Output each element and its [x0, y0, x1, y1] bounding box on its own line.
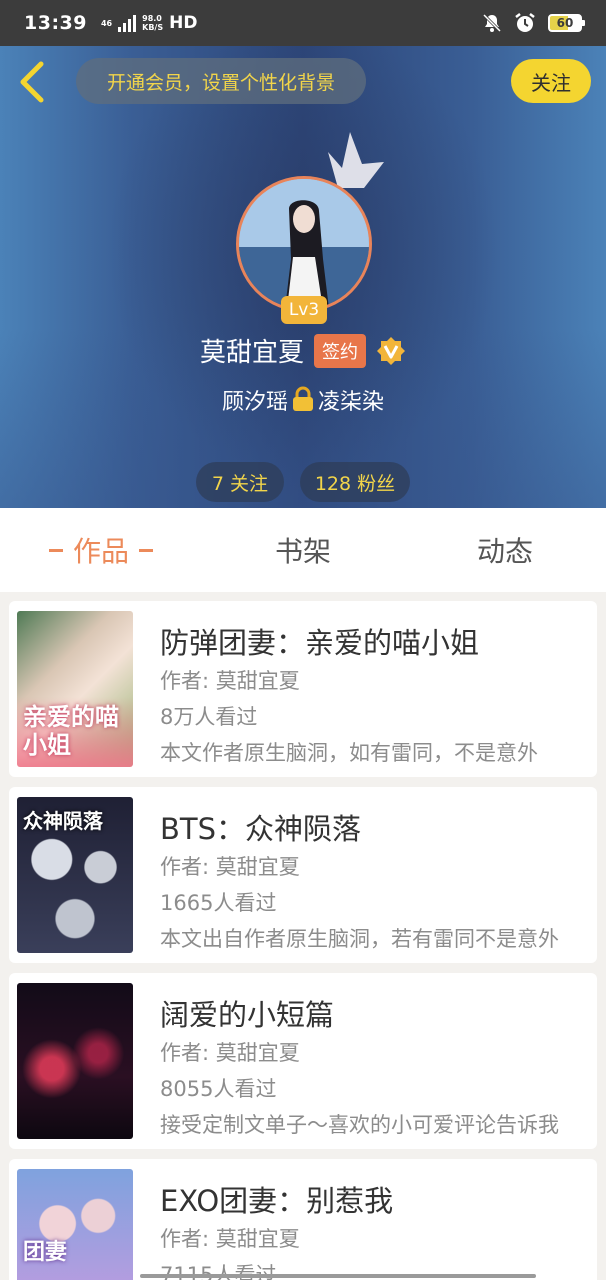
tab-bookshelf-label: 书架	[274, 535, 331, 568]
following-count[interactable]: 7 关注	[196, 462, 284, 502]
book-card[interactable]: 阔爱的小短篇 作者: 莫甜宜夏 8055人看过 接受定制文单子～喜欢的小可爱评论…	[9, 973, 597, 1149]
signal-icon	[118, 14, 137, 32]
chevron-left-icon	[20, 61, 44, 103]
network-type: 46	[100, 18, 113, 28]
tab-works-label: 作品	[72, 535, 129, 568]
fans-count[interactable]: 128 粉丝	[300, 462, 410, 502]
network-indicator: 46 98.0 KB/S HD	[101, 13, 197, 33]
bio-right: 凌柒染	[318, 390, 385, 415]
book-author: 作者: 莫甜宜夏	[160, 1227, 300, 1251]
tab-dash-right	[139, 548, 153, 552]
book-author: 作者: 莫甜宜夏	[160, 1041, 300, 1065]
book-card[interactable]: 亲爱的喵小姐 防弹团妻：亲爱的喵小姐 作者: 莫甜宜夏 8万人看过 本文作者原生…	[9, 601, 597, 777]
tab-activity-label: 动态	[476, 535, 533, 568]
speed-unit: KB/S	[142, 23, 164, 32]
cover-title: 团妻	[23, 1240, 68, 1265]
hd-label: HD	[169, 13, 198, 33]
lock-icon	[293, 386, 313, 411]
status-right-icons: 60	[482, 12, 585, 34]
tab-bookshelf[interactable]: 书架	[202, 508, 404, 592]
tab-activity[interactable]: 动态	[404, 508, 606, 592]
speed-value: 98.0	[142, 14, 162, 23]
vip-background-prompt[interactable]: 开通会员，设置个性化背景	[76, 58, 366, 104]
cover-title: 众神陨落	[23, 809, 103, 833]
back-button[interactable]	[14, 58, 50, 106]
book-card[interactable]: 众神陨落 BTS：众神陨落 作者: 莫甜宜夏 1665人看过 本文出自作者原生脑…	[9, 787, 597, 963]
mute-bell-icon	[482, 13, 502, 33]
avatar-photo	[239, 179, 369, 309]
book-cover: 众神陨落	[17, 797, 133, 953]
book-views: 8055人看过	[160, 1077, 277, 1101]
follow-button[interactable]: 关注	[511, 59, 591, 103]
tab-dash-left	[48, 548, 63, 552]
book-views: 8万人看过	[160, 705, 258, 729]
book-info: 防弹团妻：亲爱的喵小姐 作者: 莫甜宜夏 8万人看过 本文作者原生脑洞，如有雷同…	[160, 611, 580, 767]
book-author: 作者: 莫甜宜夏	[160, 855, 300, 879]
level-badge: Lv3	[281, 296, 327, 324]
stats-row: 7 关注 128 粉丝	[0, 462, 606, 502]
book-title: 阔爱的小短篇	[160, 998, 335, 1032]
book-cover: 亲爱的喵小姐	[17, 611, 133, 767]
signed-badge: 签约	[314, 333, 366, 368]
book-title: BTS：众神陨落	[160, 812, 362, 846]
home-indicator	[140, 1274, 536, 1278]
book-description: 接受定制文单子～喜欢的小可爱评论告诉我	[160, 1113, 559, 1137]
book-info: 阔爱的小短篇 作者: 莫甜宜夏 8055人看过 接受定制文单子～喜欢的小可爱评论…	[160, 983, 580, 1139]
book-author: 作者: 莫甜宜夏	[160, 669, 300, 693]
verified-v-icon	[377, 336, 405, 365]
book-description: 本文出自作者原生脑洞，若有雷同不是意外	[160, 927, 559, 951]
bio-left: 顾汐瑶	[221, 390, 288, 415]
book-description: 本文作者原生脑洞，如有雷同，不是意外	[160, 741, 538, 765]
name-row: 莫甜宜夏 签约	[0, 332, 606, 369]
book-title: 防弹团妻：亲爱的喵小姐	[160, 626, 480, 660]
user-name: 莫甜宜夏	[199, 338, 304, 368]
book-info: EXO团妻：别惹我 作者: 莫甜宜夏 7115人看过	[160, 1169, 580, 1280]
book-views: 1665人看过	[160, 891, 277, 915]
profile-header: 13:39 46 98.0 KB/S HD 60 开通会员，设置个性化背景 关注…	[0, 0, 606, 508]
battery-icon: 60	[548, 14, 585, 32]
book-info: BTS：众神陨落 作者: 莫甜宜夏 1665人看过 本文出自作者原生脑洞，若有雷…	[160, 797, 580, 953]
user-bio: 顾汐瑶 凌柒染	[0, 384, 606, 416]
status-time: 13:39	[24, 12, 87, 34]
book-title: EXO团妻：别惹我	[160, 1184, 394, 1218]
alarm-icon	[515, 13, 535, 32]
book-card[interactable]: 团妻 EXO团妻：别惹我 作者: 莫甜宜夏 7115人看过	[9, 1159, 597, 1280]
avatar[interactable]	[236, 176, 372, 312]
book-cover: 团妻	[17, 1169, 133, 1280]
book-cover	[17, 983, 133, 1139]
profile-tabs: 作品 书架 动态	[0, 508, 606, 592]
tab-works[interactable]: 作品	[0, 508, 202, 592]
status-bar: 13:39 46 98.0 KB/S HD 60	[0, 0, 606, 46]
network-speed: 98.0 KB/S	[142, 14, 163, 32]
cover-title: 亲爱的喵小姐	[23, 703, 119, 759]
